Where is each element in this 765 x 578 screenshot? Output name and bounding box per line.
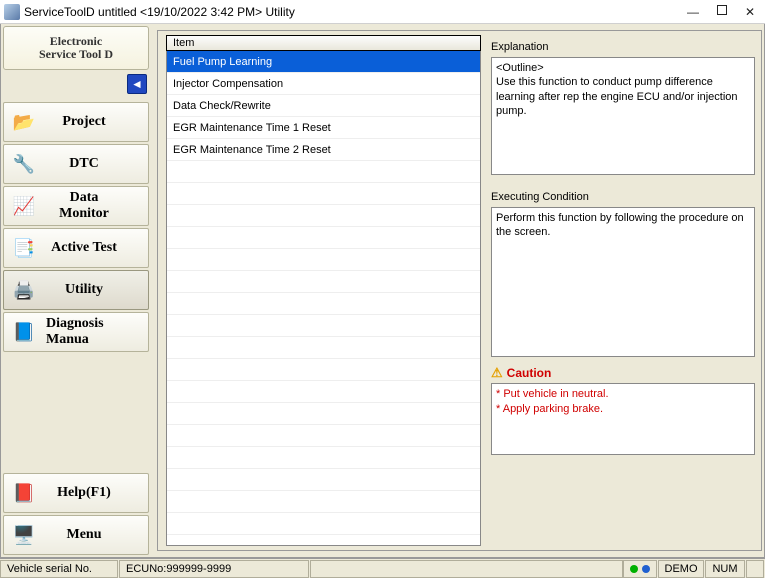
titlebar: ServiceToolD untitled <19/10/2022 3:42 P… — [0, 0, 765, 24]
list-item — [167, 315, 480, 337]
nav-active-test[interactable]: 📑 Active Test — [3, 228, 149, 268]
list-item — [167, 403, 480, 425]
list-item — [167, 359, 480, 381]
list-item[interactable]: EGR Maintenance Time 2 Reset — [167, 139, 480, 161]
list-item — [167, 161, 480, 183]
details-column: Explanation <Outline> Use this function … — [491, 35, 759, 546]
status-bar: Vehicle serial No. ECUNo:999999-9999 DEM… — [0, 558, 765, 578]
executing-condition-body: Perform this function by following the p… — [496, 211, 750, 240]
status-ecu: ECUNo:999999-9999 — [119, 560, 309, 578]
list-item — [167, 491, 480, 513]
minimize-button[interactable]: — — [687, 5, 699, 19]
list-item — [167, 337, 480, 359]
caution-line1: * Put vehicle in neutral. — [496, 387, 750, 402]
nav-active-test-label: Active Test — [46, 240, 142, 256]
nav-menu-label: Menu — [46, 527, 142, 543]
nav-dtc-label: DTC — [46, 156, 142, 172]
status-indicator — [623, 560, 657, 578]
nav-utility[interactable]: 🖨️ Utility — [3, 270, 149, 310]
list-item — [167, 469, 480, 491]
list-item — [167, 535, 480, 546]
executing-condition-box: Perform this function by following the p… — [491, 207, 755, 357]
status-serial: Vehicle serial No. — [0, 560, 118, 578]
nav-diagnosis-manual-label: Diagnosis Manua — [46, 316, 142, 348]
list-item — [167, 381, 480, 403]
menu-icon: 🖥️ — [10, 523, 38, 547]
list-item — [167, 249, 480, 271]
nav-help[interactable]: 📕 Help(F1) — [3, 473, 149, 513]
status-num: NUM — [705, 560, 745, 578]
explanation-body: Use this function to conduct pump differ… — [496, 75, 750, 118]
list-item[interactable]: Data Check/Rewrite — [167, 95, 480, 117]
nav-data-monitor[interactable]: 📈 Data Monitor — [3, 186, 149, 226]
caution-header: ⚠ Caution — [491, 365, 755, 381]
nav-diagnosis-manual[interactable]: 📘 Diagnosis Manua — [3, 312, 149, 352]
close-button[interactable]: ✕ — [745, 5, 755, 19]
list-item[interactable]: Fuel Pump Learning — [167, 51, 480, 73]
nav-dtc[interactable]: 🔧 DTC — [3, 144, 149, 184]
book-icon: 📘 — [10, 320, 38, 344]
list-item — [167, 513, 480, 535]
warning-icon: ⚠ — [491, 365, 503, 381]
list-item — [167, 293, 480, 315]
list-item[interactable]: EGR Maintenance Time 1 Reset — [167, 117, 480, 139]
arrow-left-icon: ◄ — [131, 77, 143, 91]
list-item — [167, 271, 480, 293]
blue-dot-icon — [642, 565, 650, 573]
sidebar: Electronic Service Tool D ◄ 📂 Project 🔧 … — [1, 24, 151, 557]
item-list[interactable]: Fuel Pump Learning Injector Compensation… — [166, 51, 481, 546]
monitor-icon: 📈 — [10, 194, 38, 218]
explanation-label: Explanation — [491, 41, 755, 53]
caution-box: * Put vehicle in neutral. * Apply parkin… — [491, 383, 755, 455]
nav-project-label: Project — [46, 114, 142, 130]
executing-condition-label: Executing Condition — [491, 191, 755, 203]
app-icon — [4, 4, 20, 20]
back-button[interactable]: ◄ — [127, 74, 147, 94]
status-spacer — [310, 560, 623, 578]
list-item — [167, 447, 480, 469]
nav-help-label: Help(F1) — [46, 485, 142, 501]
brand-line2: Service Tool D — [39, 48, 113, 61]
utility-icon: 🖨️ — [10, 278, 38, 302]
window-title: ServiceToolD untitled <19/10/2022 3:42 P… — [24, 5, 687, 19]
item-list-panel: Item Fuel Pump Learning Injector Compens… — [166, 35, 481, 546]
status-end — [746, 560, 764, 578]
list-item[interactable]: Injector Compensation — [167, 73, 480, 95]
green-dot-icon — [630, 565, 638, 573]
window-controls: — ✕ — [687, 5, 761, 19]
item-list-header: Item — [166, 35, 481, 51]
nav-menu[interactable]: 🖥️ Menu — [3, 515, 149, 555]
folder-icon: 📂 — [10, 110, 38, 134]
test-icon: 📑 — [10, 236, 38, 260]
brand-panel: Electronic Service Tool D — [3, 26, 149, 70]
nav-data-monitor-label: Data Monitor — [46, 190, 142, 222]
dtc-icon: 🔧 — [10, 152, 38, 176]
explanation-outline: <Outline> — [496, 61, 750, 75]
caution-line2: * Apply parking brake. — [496, 402, 750, 417]
list-item — [167, 227, 480, 249]
status-demo: DEMO — [658, 560, 704, 578]
list-item — [167, 183, 480, 205]
help-icon: 📕 — [10, 481, 38, 505]
nav-project[interactable]: 📂 Project — [3, 102, 149, 142]
maximize-button[interactable] — [717, 5, 727, 15]
list-item — [167, 425, 480, 447]
caution-label: Caution — [507, 366, 552, 380]
list-item — [167, 205, 480, 227]
nav-utility-label: Utility — [46, 282, 142, 298]
explanation-box: <Outline> Use this function to conduct p… — [491, 57, 755, 175]
